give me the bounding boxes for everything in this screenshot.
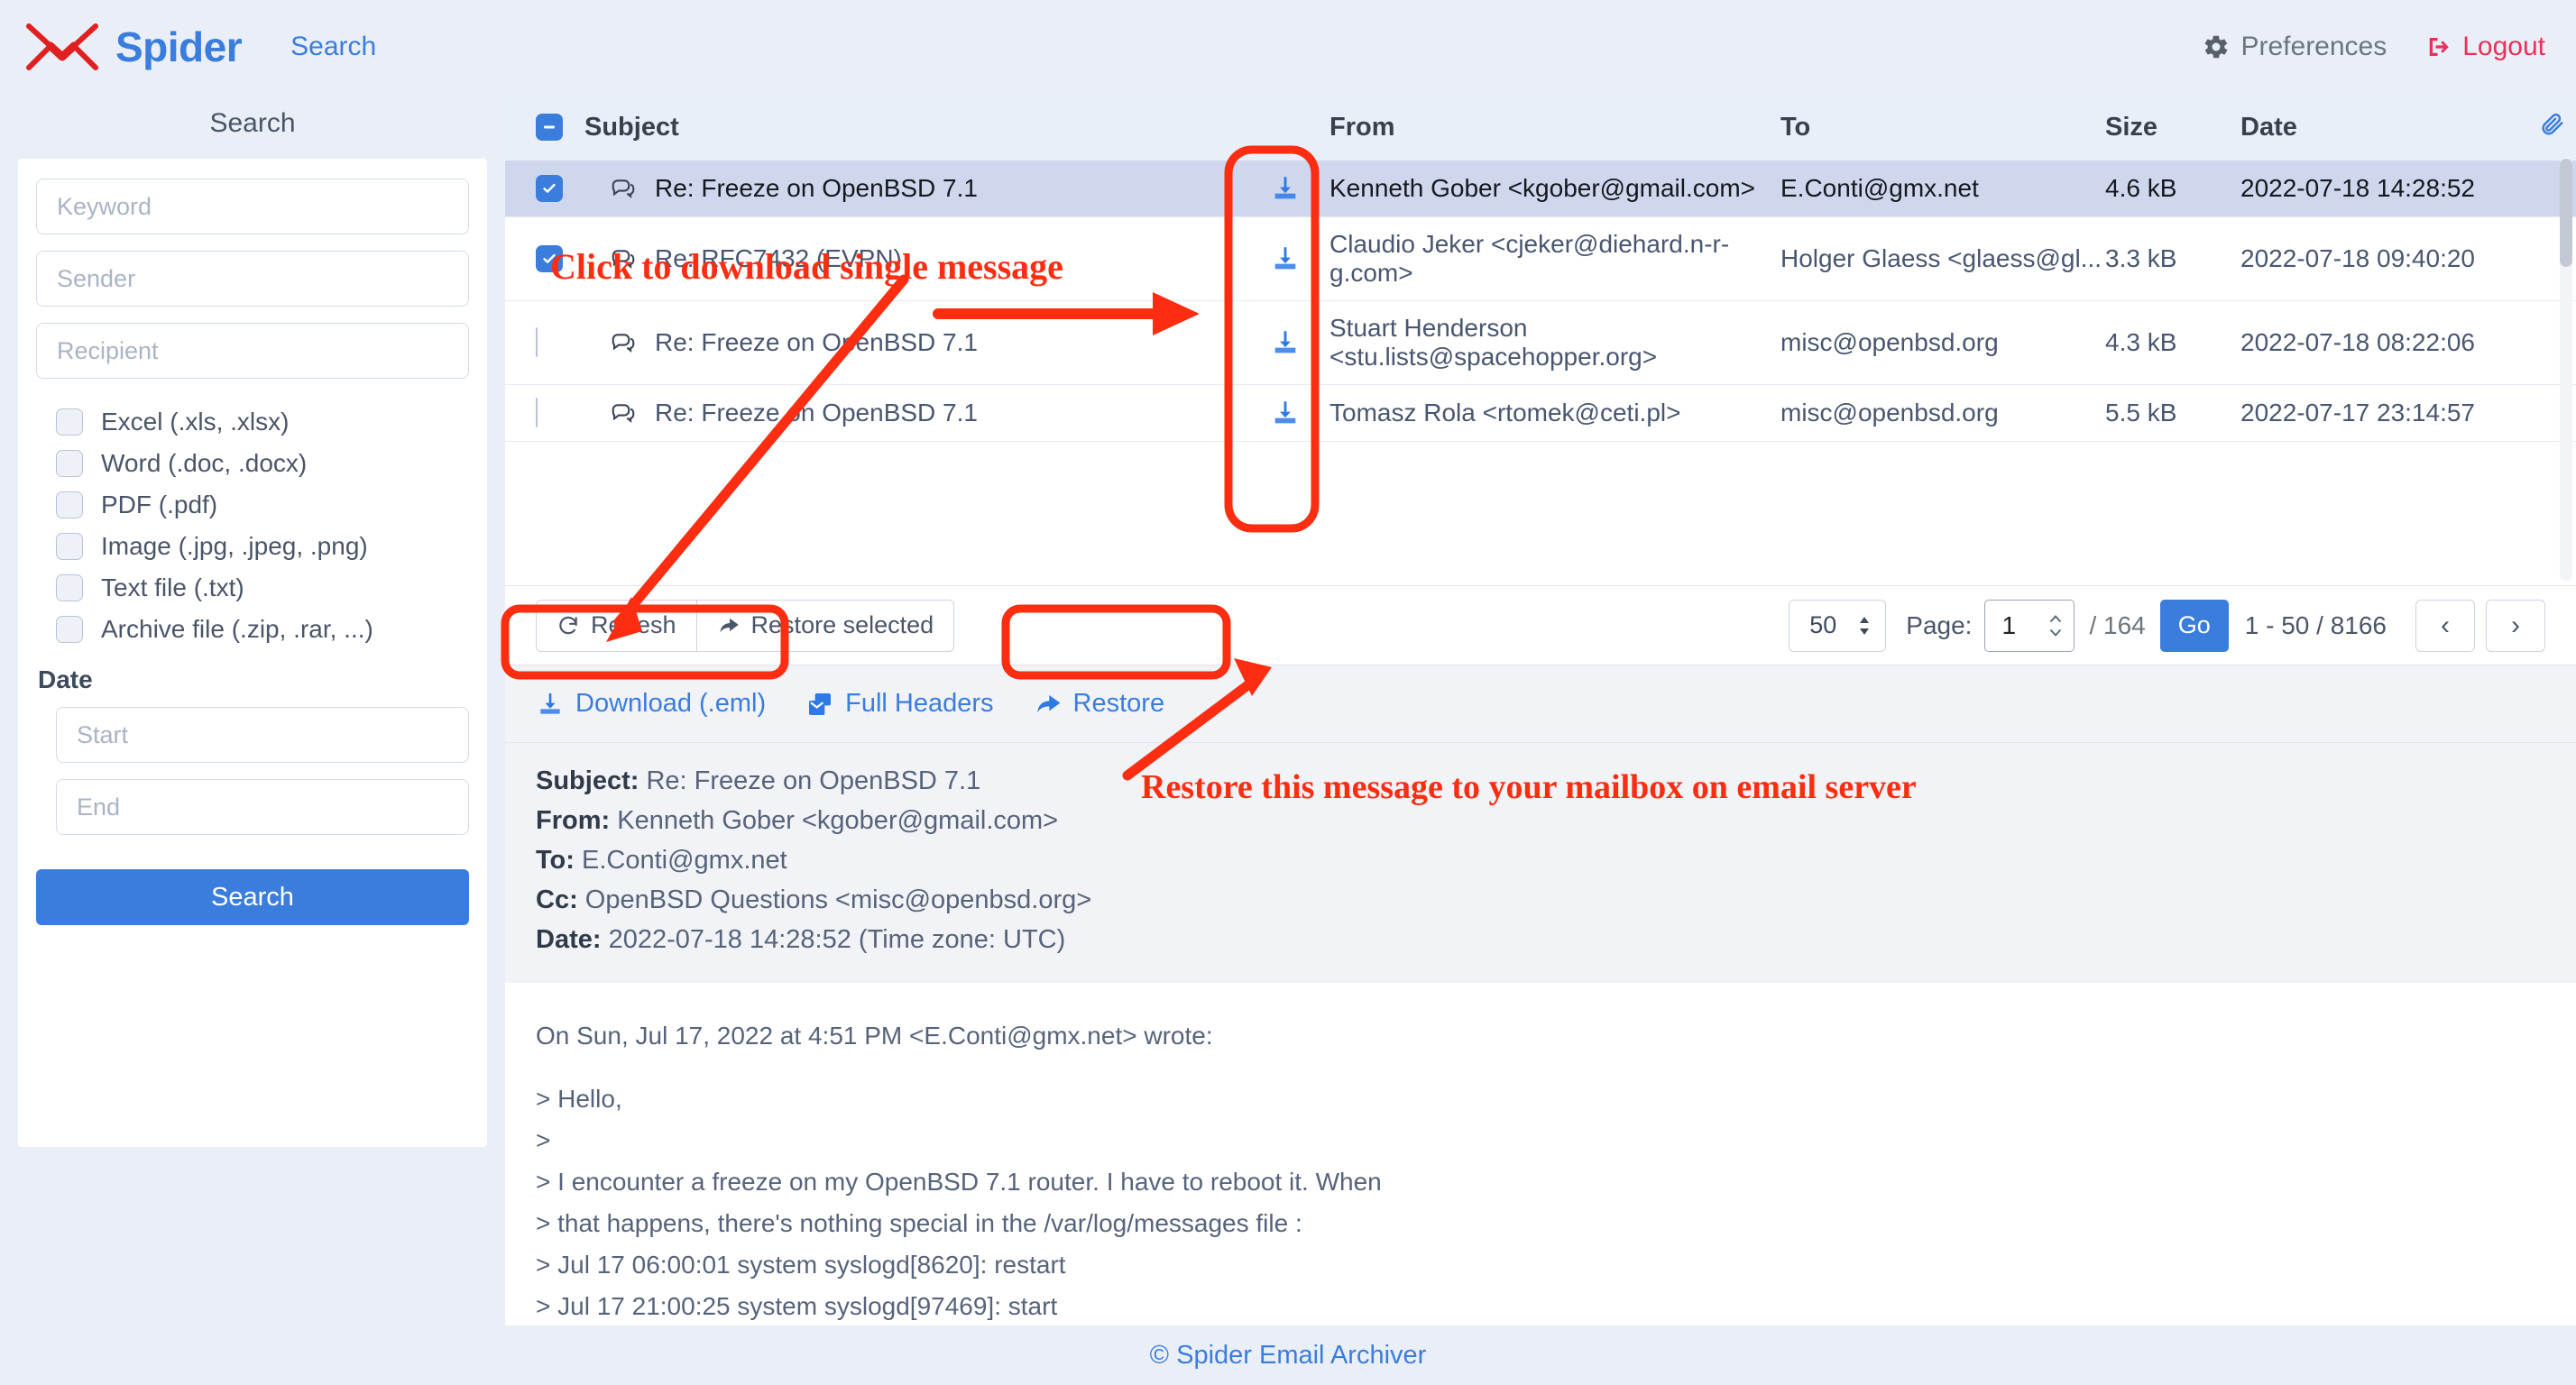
annotation-overlay: [501, 145, 1320, 781]
app-root: Spider Search Preferences Logout Search …: [0, 0, 2576, 1385]
